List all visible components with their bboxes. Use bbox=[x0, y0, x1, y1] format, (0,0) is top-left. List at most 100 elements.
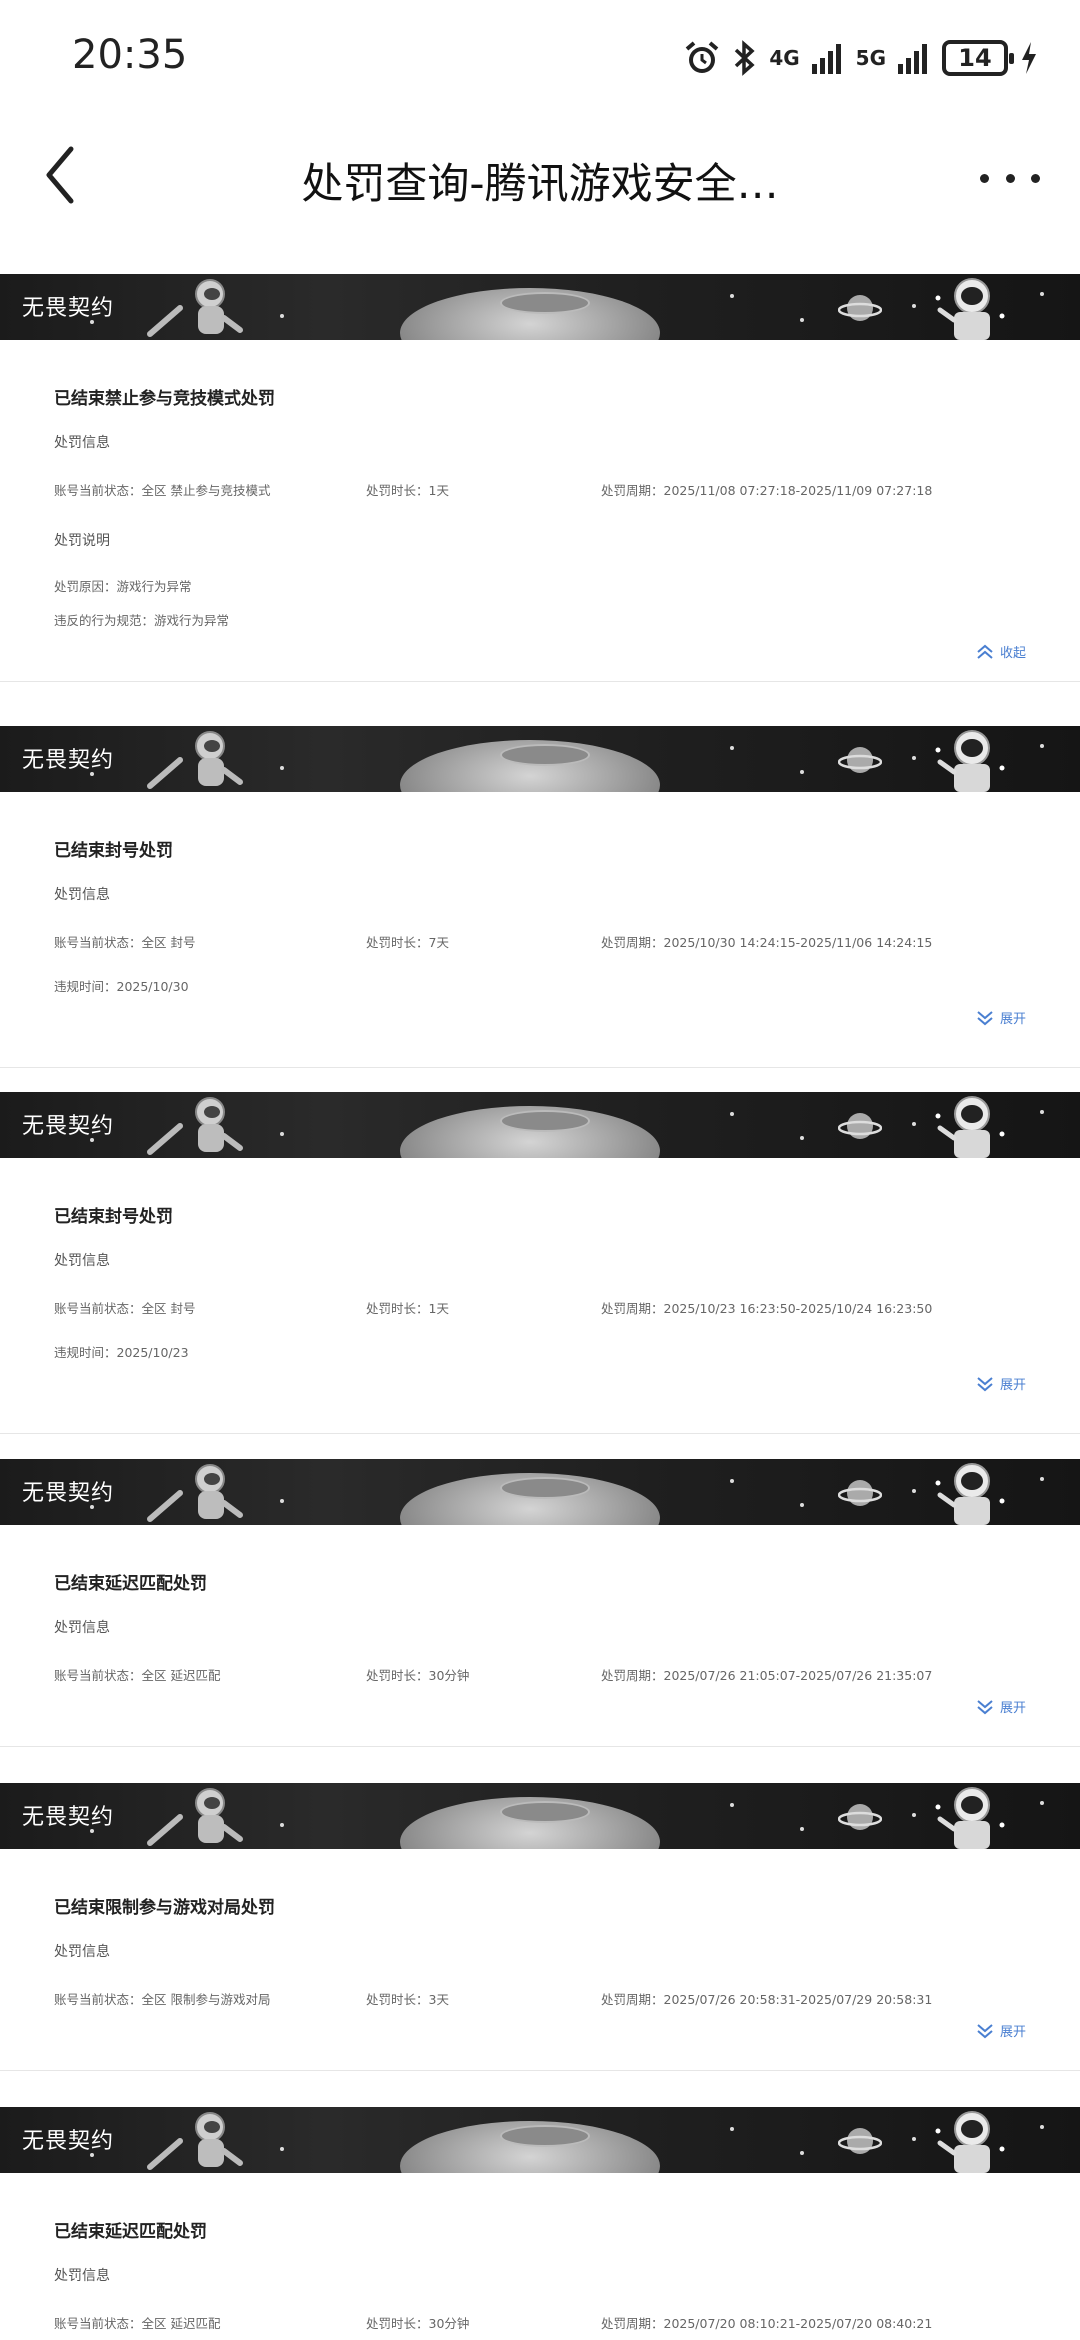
astronaut-right-icon bbox=[935, 2111, 1005, 2173]
nav-bar: 处罚查询-腾讯游戏安全… bbox=[0, 120, 1080, 232]
astronaut-left-icon bbox=[147, 1097, 243, 1155]
expand-button[interactable]: 展开 bbox=[976, 1697, 1026, 1716]
planet-icon bbox=[838, 1804, 882, 1830]
moon-crater-graphic bbox=[500, 1801, 590, 1823]
signal-4g-icon bbox=[811, 44, 841, 74]
moon-crater-graphic bbox=[500, 292, 590, 314]
penalty-duration: 处罚时长：1天 bbox=[366, 483, 449, 498]
astronaut-left-icon bbox=[147, 1788, 243, 1846]
astronaut-left-icon bbox=[147, 1464, 243, 1522]
charging-icon bbox=[1022, 42, 1036, 74]
double-chevron-up-icon bbox=[977, 644, 993, 659]
toggle-label: 展开 bbox=[999, 2025, 1026, 2040]
penalty-duration: 处罚时长：30分钟 bbox=[366, 1668, 470, 1683]
section-label-info: 处罚信息 bbox=[54, 1253, 110, 1269]
status-time: 20:35 bbox=[72, 32, 188, 78]
alarm-icon bbox=[686, 41, 719, 73]
game-banner: 无畏契约 bbox=[0, 1092, 1080, 1158]
planet-icon bbox=[838, 2128, 882, 2154]
penalty-duration: 处罚时长：1天 bbox=[366, 1301, 449, 1316]
planet-icon bbox=[838, 1113, 882, 1139]
account-status: 账号当前状态：全区 封号 bbox=[54, 1301, 196, 1316]
back-button[interactable] bbox=[30, 140, 90, 210]
penalty-reason: 处罚原因：游戏行为异常 bbox=[54, 579, 192, 594]
collapse-button[interactable]: 收起 bbox=[976, 642, 1026, 661]
penalty-period: 处罚周期：2025/07/26 21:05:07-2025/07/26 21:3… bbox=[601, 1668, 933, 1683]
banner-game-name: 无畏契约 bbox=[22, 296, 115, 321]
section-label-info: 处罚信息 bbox=[54, 1620, 110, 1636]
more-dot bbox=[1005, 173, 1015, 183]
more-dot bbox=[1031, 173, 1040, 183]
planet-icon bbox=[838, 1480, 882, 1506]
double-chevron-down-icon bbox=[977, 2023, 993, 2038]
banner-game-name: 无畏契约 bbox=[22, 2129, 115, 2154]
planet-icon bbox=[838, 295, 882, 321]
toggle-label: 展开 bbox=[999, 1378, 1026, 1393]
section-label-info: 处罚信息 bbox=[54, 887, 110, 903]
section-label-info: 处罚信息 bbox=[54, 1944, 110, 1960]
status-icons: 4G 5G 14 bbox=[683, 36, 1040, 80]
bluetooth-icon bbox=[735, 40, 755, 76]
game-banner: 无畏契约 bbox=[0, 1459, 1080, 1525]
net-5g-label: 5G bbox=[855, 46, 886, 70]
expand-button[interactable]: 展开 bbox=[976, 2021, 1026, 2040]
expand-button[interactable]: 展开 bbox=[976, 1008, 1026, 1027]
card-body: 已结束封号处罚 处罚信息 账号当前状态：全区 封号 处罚时长：7天 处罚周期：2025/… bbox=[0, 792, 1080, 1068]
penalty-period: 处罚周期：2025/07/20 08:10:21-2025/07/20 08:4… bbox=[601, 2316, 933, 2331]
account-status: 账号当前状态：全区 限制参与游戏对局 bbox=[54, 1992, 271, 2007]
astronaut-right-icon bbox=[935, 1463, 1005, 1525]
penalty-card: 无畏契约 已结束封号处罚处罚信息账号当前状态：全区 封号 处罚时长：1天 处罚周期：… bbox=[0, 1092, 1080, 1434]
banner-game-name: 无畏契约 bbox=[22, 1481, 115, 1506]
banner-game-name: 无畏契约 bbox=[22, 748, 115, 773]
account-status: 账号当前状态：全区 延迟匹配 bbox=[54, 1668, 221, 1683]
card-body: 已结束封号处罚处罚信息账号当前状态：全区 封号 处罚时长：1天 处罚周期：2025/… bbox=[0, 1158, 1080, 1434]
section-label-desc: 处罚说明 bbox=[54, 533, 110, 549]
toggle-label: 收起 bbox=[999, 646, 1026, 661]
astronaut-left-icon bbox=[147, 731, 243, 789]
section-label-info: 处罚信息 bbox=[54, 435, 110, 451]
card-body: 已结束禁止参与竞技模式处罚处罚信息账号当前状态：全区 禁止参与竞技模式 处罚时长：… bbox=[0, 340, 1080, 682]
astronaut-right-icon bbox=[935, 1787, 1005, 1849]
moon-crater-graphic bbox=[500, 1477, 590, 1499]
card-title: 已结束延迟匹配处罚 bbox=[54, 2222, 207, 2242]
astronaut-right-icon bbox=[935, 1096, 1005, 1158]
astronaut-right-icon bbox=[935, 278, 1005, 340]
game-banner: 无畏契约 bbox=[0, 274, 1080, 340]
expand-button[interactable]: 展开 bbox=[976, 1374, 1026, 1393]
signal-5g-icon bbox=[898, 44, 927, 74]
more-button[interactable] bbox=[980, 158, 1040, 198]
penalty-period: 处罚周期：2025/10/30 14:24:15-2025/11/06 14:2… bbox=[601, 935, 933, 950]
account-status: 账号当前状态：全区 延迟匹配 bbox=[54, 2316, 221, 2331]
card-body: 已结束延迟匹配处罚 处罚信息 账号当前状态：全区 延迟匹配 处罚时长：30分钟 处罚周期… bbox=[0, 1525, 1080, 1747]
net-4g-label: 4G bbox=[769, 46, 800, 70]
moon-crater-graphic bbox=[500, 2125, 590, 2147]
penalty-card: 无畏契约 已结束限制参与游戏对局处罚处罚信息账号当前状态：全区 限制参与游戏对局… bbox=[0, 1783, 1080, 2071]
card-title: 已结束禁止参与竞技模式处罚 bbox=[54, 389, 275, 409]
planet-icon bbox=[838, 747, 882, 773]
violation-time: 违规时间：2025/10/23 bbox=[54, 1345, 189, 1360]
penalty-period: 处罚周期：2025/10/23 16:23:50-2025/10/24 16:2… bbox=[601, 1301, 933, 1316]
double-chevron-down-icon bbox=[977, 1376, 993, 1391]
double-chevron-down-icon bbox=[977, 1010, 993, 1025]
penalty-period: 处罚周期：2025/07/26 20:58:31-2025/07/29 20:5… bbox=[601, 1992, 933, 2007]
penalty-period: 处罚周期：2025/11/08 07:27:18-2025/11/09 07:2… bbox=[601, 483, 933, 498]
moon-crater-graphic bbox=[500, 744, 590, 766]
page-title: 处罚查询-腾讯游戏安全… bbox=[301, 159, 779, 208]
toggle-label: 展开 bbox=[999, 1012, 1026, 1027]
penalty-card: 无畏契约 已结束延迟匹配处罚 处罚信息 账号当前状态：全区 延迟匹配 处罚时长：30分… bbox=[0, 2107, 1080, 2340]
card-title: 已结束限制参与游戏对局处罚 bbox=[54, 1898, 275, 1918]
penalty-card: 无畏契约 已结束禁止参与竞技模式处罚处罚信息账号当前状态：全区 禁止参与竞技模式… bbox=[0, 274, 1080, 682]
astronaut-right-icon bbox=[935, 730, 1005, 792]
account-status: 账号当前状态：全区 禁止参与竞技模式 bbox=[54, 483, 271, 498]
game-banner: 无畏契约 bbox=[0, 1783, 1080, 1849]
astronaut-left-icon bbox=[147, 279, 243, 337]
card-title: 已结束封号处罚 bbox=[54, 841, 173, 861]
violated-rule: 违反的行为规范：游戏行为异常 bbox=[54, 613, 230, 628]
penalty-card: 无畏契约 已结束延迟匹配处罚 处罚信息 账号当前状态：全区 延迟匹配 处罚时长：30分… bbox=[0, 1459, 1080, 1747]
game-banner: 无畏契约 bbox=[0, 726, 1080, 792]
card-title: 已结束封号处罚 bbox=[54, 1207, 173, 1227]
penalty-card: 无畏契约 已结束封号处罚 处罚信息 账号当前状态：全区 封号 处罚时长：7天 处罚周期：… bbox=[0, 726, 1080, 1068]
penalty-duration: 处罚时长：7天 bbox=[366, 935, 449, 950]
double-chevron-down-icon bbox=[977, 1699, 993, 1714]
toggle-label: 展开 bbox=[999, 1701, 1026, 1716]
